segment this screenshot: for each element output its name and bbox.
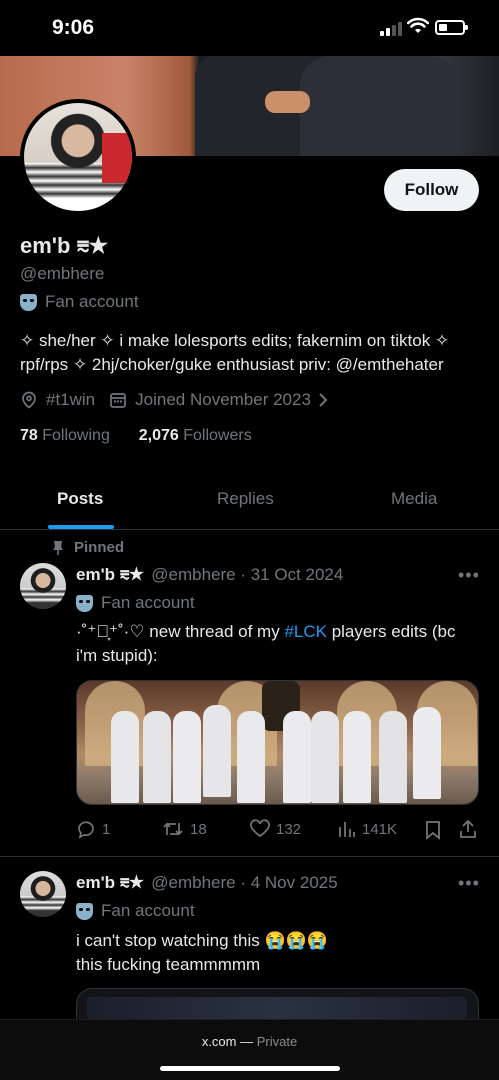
- post-text-line: i can't stop watching this 😭😭😭: [76, 931, 328, 950]
- following-count: 78: [20, 427, 38, 444]
- post-meta: @embhere · 4 Nov 2025: [151, 873, 338, 892]
- profile-handle: @embhere: [20, 264, 105, 283]
- pinned-label: Pinned: [74, 539, 125, 556]
- battery-icon: [435, 20, 468, 35]
- active-tab-indicator: [48, 525, 114, 529]
- status-time: 9:06: [52, 16, 95, 39]
- following-link[interactable]: 78 Following: [20, 427, 110, 444]
- repost-count: 18: [190, 820, 207, 838]
- post-account-label: Fan account: [101, 593, 195, 612]
- post-account-label-row: Fan account: [76, 901, 195, 921]
- theater-mask-icon: [76, 594, 93, 612]
- view-count: 141K: [362, 820, 398, 838]
- account-label: Fan account: [45, 292, 139, 311]
- profile-meta: #t1win Joined November 2023: [20, 390, 329, 410]
- post-actions: 1 18 132 141K: [76, 819, 481, 843]
- post-account-label-row: Fan account: [76, 593, 195, 613]
- followers-count: 2,076: [138, 427, 179, 444]
- more-options-icon[interactable]: •••: [458, 565, 480, 586]
- bookmark-icon[interactable]: [424, 820, 442, 840]
- cellular-signal-icon: [380, 22, 402, 36]
- followers-label: Followers: [183, 427, 252, 444]
- pinned-indicator: Pinned: [52, 539, 124, 556]
- hashtag-link[interactable]: #LCK: [284, 622, 327, 641]
- scoreboard-graphic: [87, 997, 467, 1019]
- post-avatar[interactable]: [20, 563, 66, 609]
- url-domain: x.com: [201, 1034, 237, 1049]
- theater-mask-icon: [20, 293, 37, 311]
- post-account-label: Fan account: [101, 901, 195, 920]
- following-label: Following: [42, 427, 110, 444]
- post-text-part: ·˚⁺‧͙⁺˚·♡ new thread of my: [76, 622, 285, 641]
- reply-button[interactable]: 1: [76, 819, 110, 839]
- private-mode-label: Private: [256, 1034, 298, 1049]
- like-count: 132: [276, 820, 302, 838]
- account-label-row: Fan account: [20, 292, 139, 312]
- share-icon[interactable]: [458, 819, 478, 839]
- post-avatar[interactable]: [20, 871, 66, 917]
- views-button[interactable]: 141K: [338, 819, 397, 839]
- heart-icon: [250, 819, 270, 838]
- post-header: em'b ⩳★ @embhere · 31 Oct 2024: [76, 565, 343, 585]
- repost-button[interactable]: 18: [162, 819, 207, 839]
- post-divider: [0, 856, 499, 857]
- follow-counts: 78 Following 2,076 Followers: [20, 427, 252, 445]
- theater-mask-icon: [76, 902, 93, 920]
- profile-location[interactable]: #t1win: [46, 390, 95, 410]
- post-text: ·˚⁺‧͙⁺˚·♡ new thread of my #LCK players …: [76, 620, 481, 668]
- profile-avatar[interactable]: [20, 99, 136, 215]
- post-text-line: this fucking teammmmm: [76, 955, 261, 974]
- reply-icon: [78, 821, 94, 839]
- pin-icon: [53, 540, 63, 555]
- followers-link[interactable]: 2,076 Followers: [139, 427, 252, 444]
- status-bar: 9:06: [0, 0, 499, 56]
- post-author-name[interactable]: em'b ⩳★: [76, 873, 143, 893]
- home-indicator[interactable]: [160, 1066, 340, 1071]
- analytics-icon: [339, 822, 355, 837]
- more-options-icon[interactable]: •••: [458, 873, 480, 894]
- chevron-right-icon[interactable]: [317, 392, 329, 408]
- tab-posts[interactable]: Posts: [57, 489, 103, 509]
- profile-tabs: Posts Replies Media: [0, 470, 499, 530]
- calendar-icon: [110, 393, 126, 408]
- profile-display-name: em'b ⩳★: [20, 233, 108, 258]
- post-meta: @embhere · 31 Oct 2024: [151, 565, 344, 584]
- follow-button[interactable]: Follow: [384, 169, 479, 211]
- profile-bio: ✧ she/her ✧ i make lolesports edits; fak…: [20, 331, 450, 374]
- address-bar[interactable]: x.com — Private: [0, 1034, 499, 1049]
- tab-replies[interactable]: Replies: [217, 489, 274, 509]
- post-header: em'b ⩳★ @embhere · 4 Nov 2025: [76, 873, 338, 893]
- post-text: i can't stop watching this 😭😭😭 this fuck…: [76, 929, 481, 977]
- repost-icon: [163, 822, 183, 836]
- browser-bottom-bar: x.com — Private: [0, 1019, 499, 1080]
- like-button[interactable]: 132: [250, 819, 301, 839]
- reply-count: 1: [102, 820, 111, 838]
- tab-media[interactable]: Media: [391, 489, 437, 509]
- location-icon: [22, 391, 36, 409]
- post-image[interactable]: [76, 680, 479, 805]
- profile-joined-date: Joined November 2023: [135, 390, 311, 409]
- post-author-name[interactable]: em'b ⩳★: [76, 565, 143, 585]
- wifi-icon: [407, 17, 429, 33]
